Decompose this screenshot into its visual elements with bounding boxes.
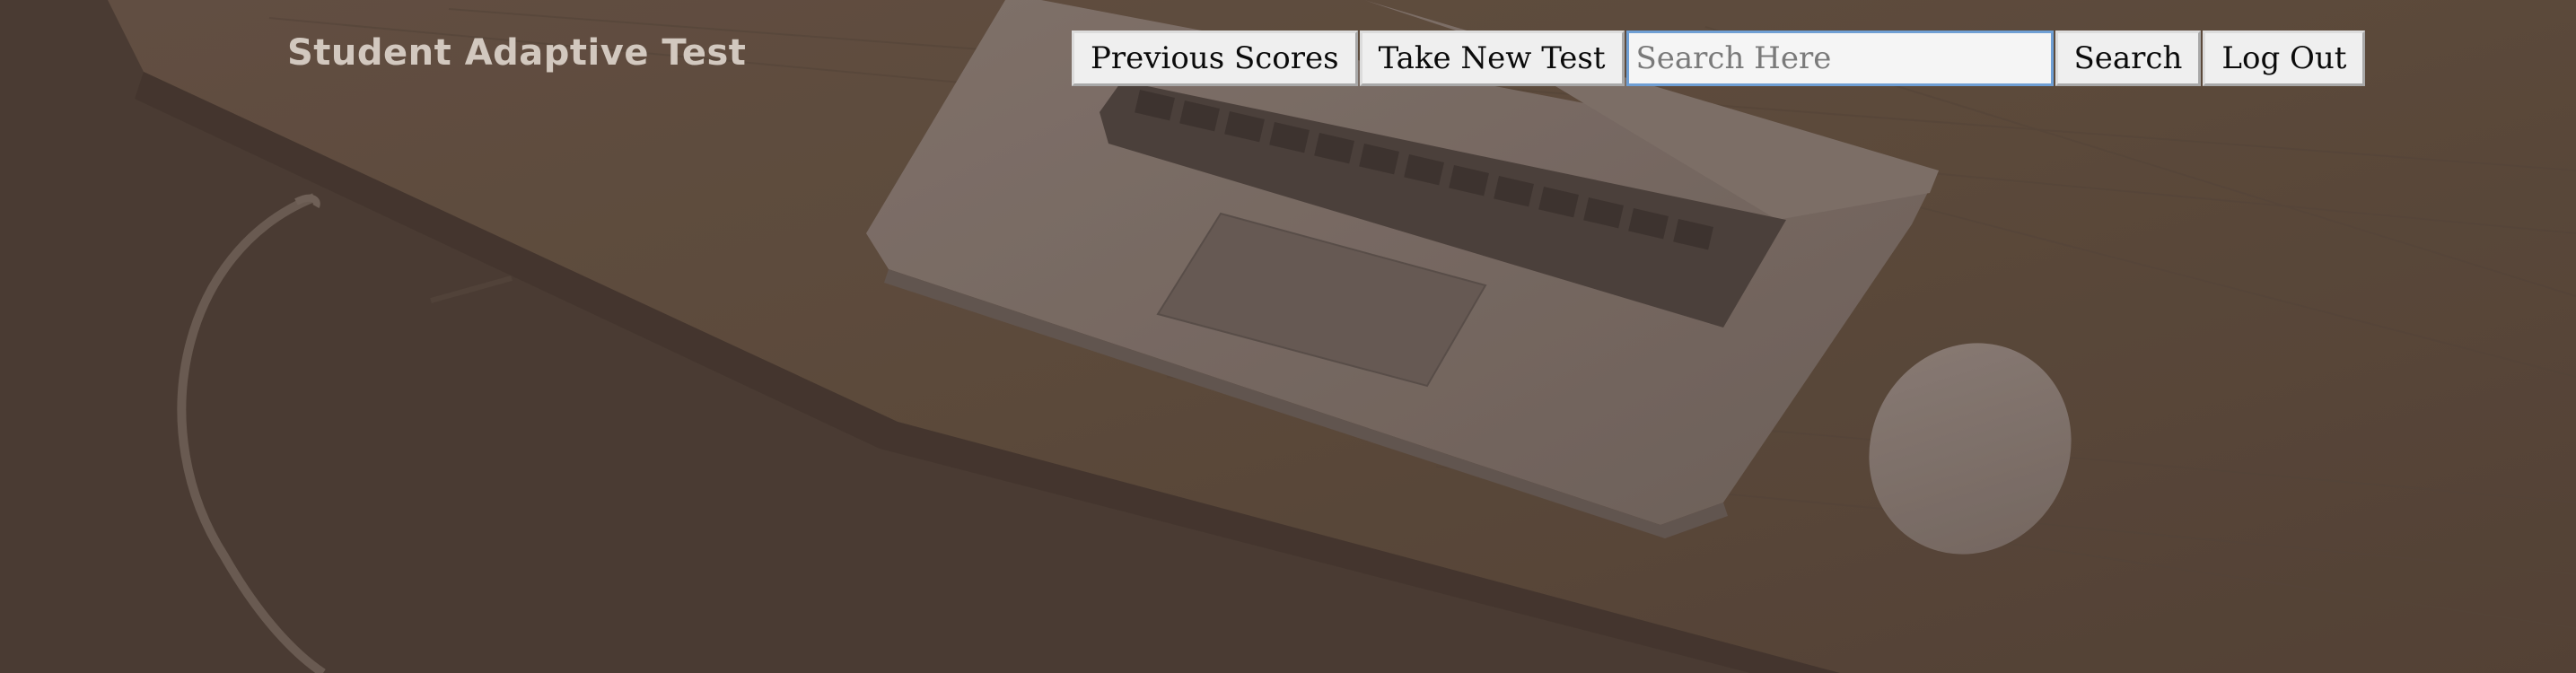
search-input[interactable]: [1625, 31, 2054, 86]
top-navigation-bar: Student Adaptive Test Previous Scores Ta…: [0, 0, 2576, 117]
take-new-test-button[interactable]: Take New Test: [1359, 31, 1625, 86]
app-title: Student Adaptive Test: [287, 32, 747, 74]
nav-menu: Previous Scores Take New Test Search Log…: [1072, 31, 2367, 86]
search-button[interactable]: Search: [2055, 31, 2202, 86]
logout-button[interactable]: Log Out: [2203, 31, 2366, 86]
previous-scores-button[interactable]: Previous Scores: [1072, 31, 1358, 86]
